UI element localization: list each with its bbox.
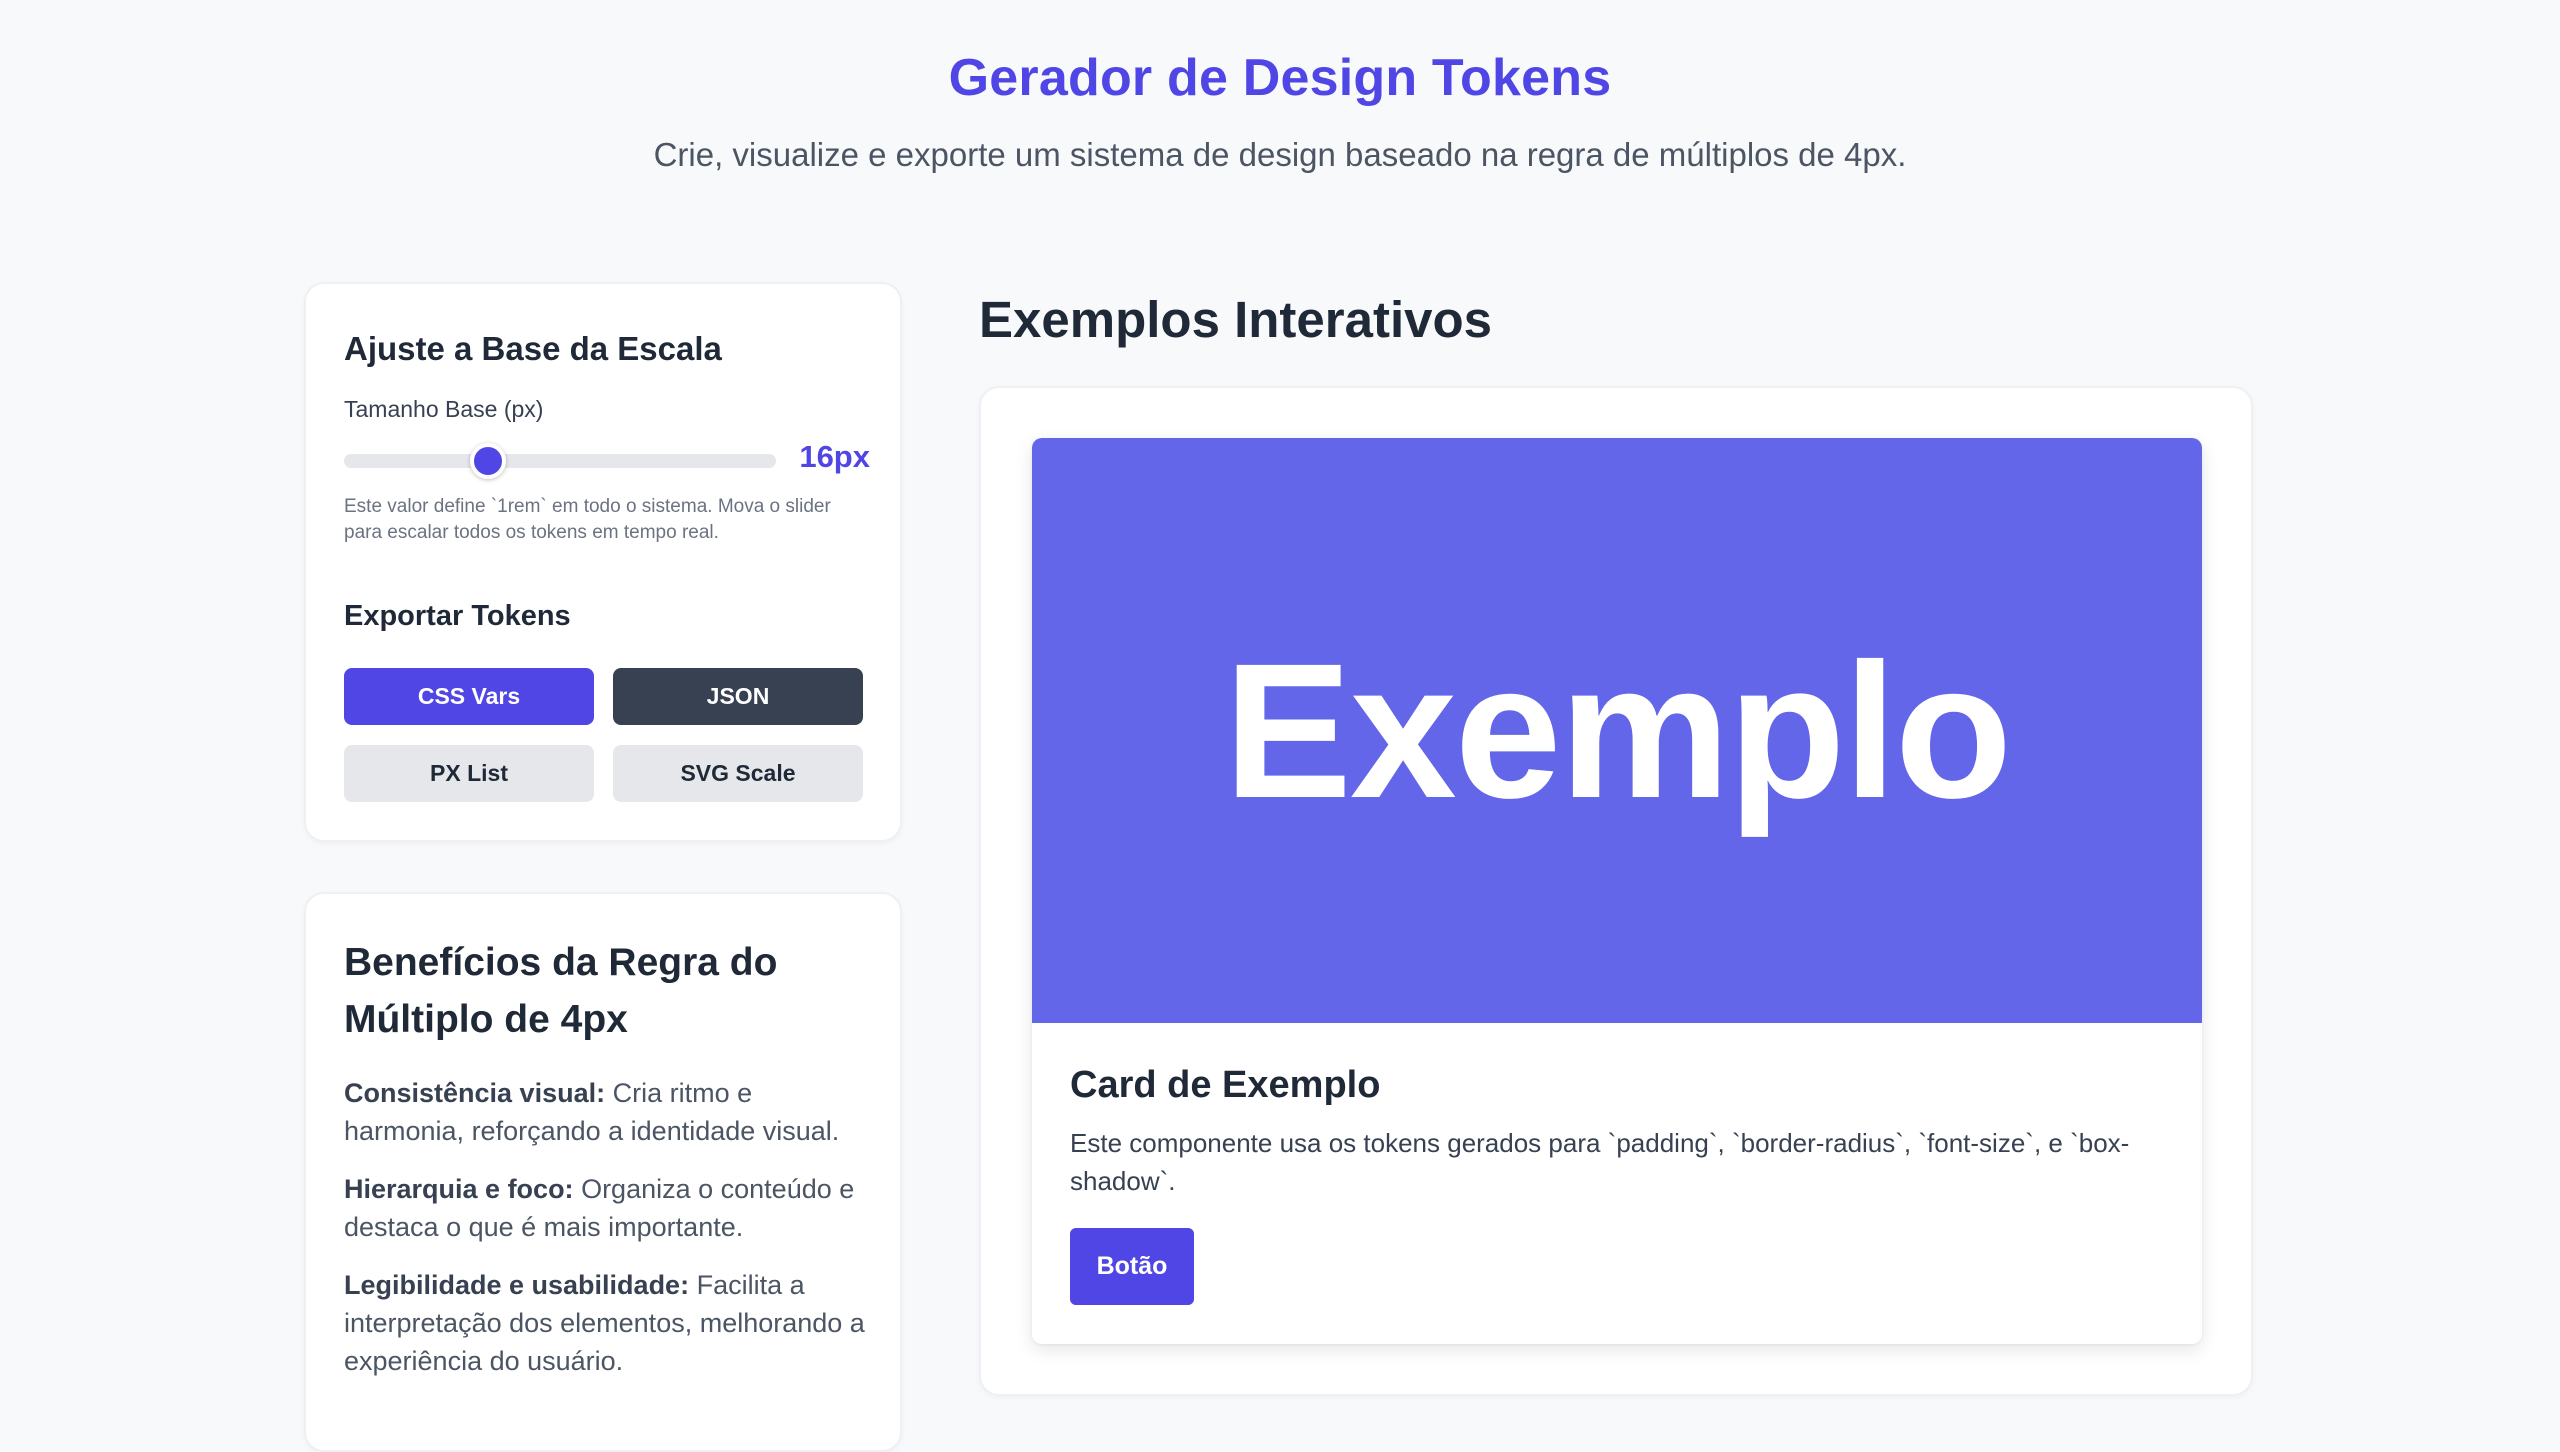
card-media: Exemplo (1032, 438, 2202, 1023)
export-css-vars-button[interactable]: CSS Vars (344, 668, 594, 725)
page-subtitle: Crie, visualize e exporte um sistema de … (653, 136, 1907, 173)
benefit-label: Consistência visual: (344, 1078, 606, 1108)
example-card: Exemplo Card de Exemplo Este componente … (1032, 438, 2202, 1344)
export-json-button[interactable]: JSON (613, 668, 863, 725)
page-title: Gerador de Design Tokens (948, 49, 1612, 107)
benefits-panel: Benefícios da Regra do Múltiplo de 4px C… (304, 892, 902, 1452)
export-section-title: Exportar Tokens (344, 600, 571, 632)
benefit-item-hierarchy: Hierarquia e foco: Organiza o conteúdo e… (344, 1170, 874, 1246)
examples-title: Exemplos Interativos (979, 291, 1493, 348)
base-size-value: 16px (799, 439, 870, 474)
base-size-slider[interactable] (344, 443, 776, 479)
benefit-label: Legibilidade e usabilidade: (344, 1270, 690, 1300)
export-svg-scale-button[interactable]: SVG Scale (613, 745, 863, 802)
scale-section-title: Ajuste a Base da Escala (344, 330, 722, 367)
base-size-label: Tamanho Base (px) (344, 396, 544, 422)
scale-controls-panel: Ajuste a Base da Escala Tamanho Base (px… (304, 282, 902, 842)
benefit-label: Hierarquia e foco: (344, 1174, 574, 1204)
benefit-item-legibility: Legibilidade e usabilidade: Facilita a i… (344, 1266, 874, 1380)
export-px-list-button[interactable]: PX List (344, 745, 594, 802)
benefit-item-consistency: Consistência visual: Cria ritmo e harmon… (344, 1074, 874, 1150)
slider-thumb[interactable] (469, 443, 506, 479)
card-action-button[interactable]: Botão (1070, 1228, 1194, 1305)
card-title: Card de Exemplo (1070, 1064, 1381, 1106)
base-size-help-text: Este valor define `1rem` em todo o siste… (344, 496, 831, 543)
benefits-title: Benefícios da Regra do Múltiplo de 4px (344, 941, 778, 1041)
examples-panel: Exemplo Card de Exemplo Este componente … (979, 386, 2253, 1396)
card-description: Este componente usa os tokens gerados pa… (1070, 1128, 2130, 1196)
